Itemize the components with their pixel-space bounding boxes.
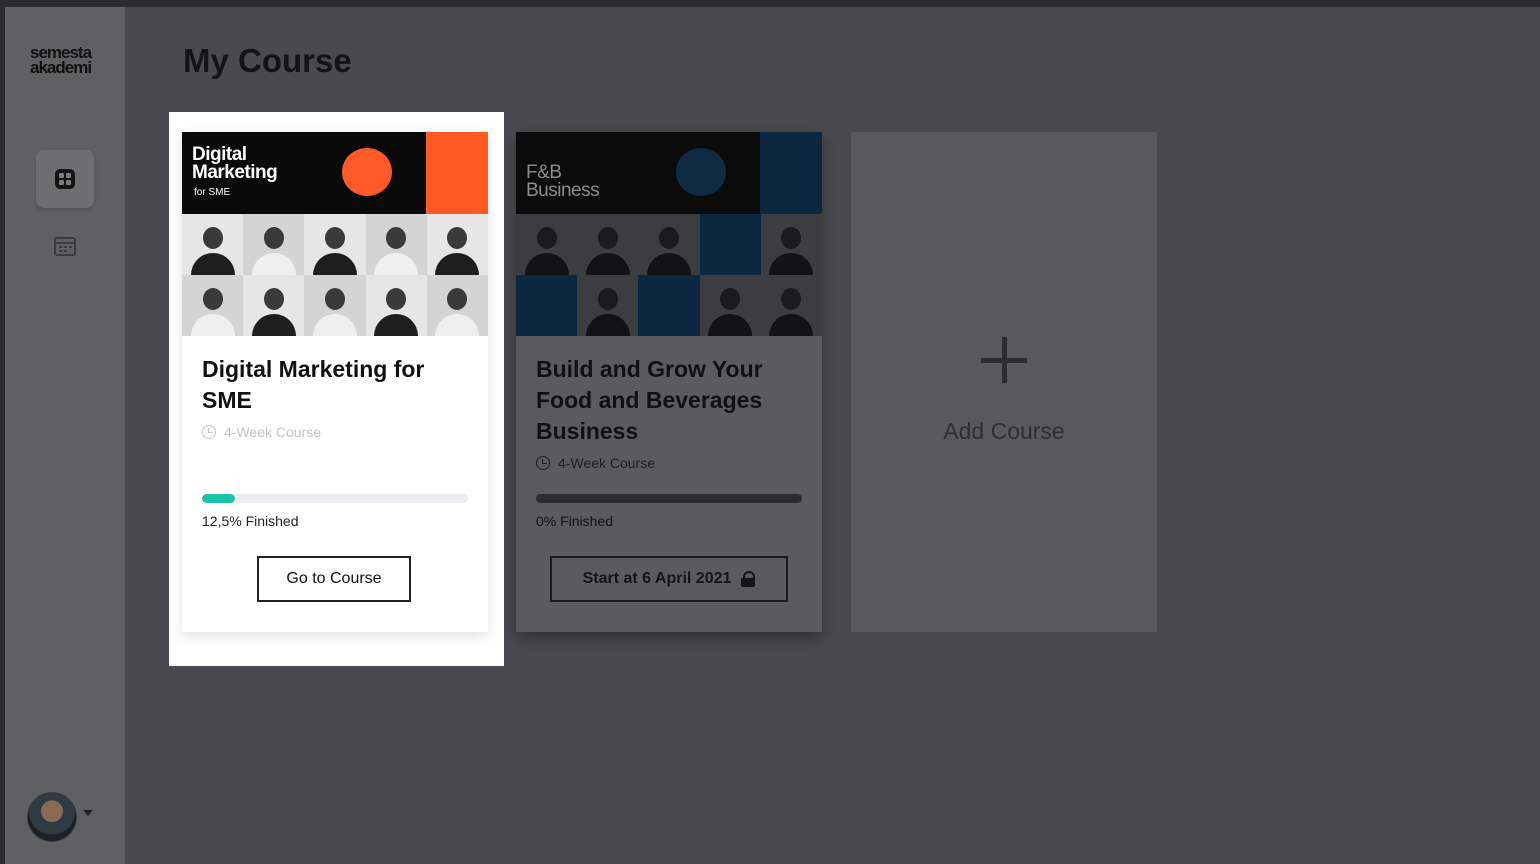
progress-label: 0% Finished xyxy=(536,513,614,529)
banner-subtitle: for SME xyxy=(194,187,231,198)
banner-accent-block xyxy=(760,132,822,214)
instructor-photo xyxy=(426,214,488,275)
course-title-line: Business xyxy=(536,418,639,444)
course-card[interactable]: Digital Marketing for SME Digital Market… xyxy=(182,132,488,632)
instructor-photo xyxy=(516,214,578,275)
logo-line-2: akademi xyxy=(30,58,92,77)
course-title: Build and Grow Your Food and Beverages B… xyxy=(536,354,806,447)
instructor-photo xyxy=(577,214,639,275)
course-card[interactable]: F&B Business Build and Grow Your Food an… xyxy=(516,132,822,632)
instructor-photo xyxy=(638,214,700,275)
course-info: Build and Grow Your Food and Beverages B… xyxy=(536,354,806,471)
banner-title: Digital Marketing xyxy=(192,145,278,183)
instructor-photo xyxy=(365,214,427,275)
progress-bar xyxy=(536,494,802,503)
course-banner: F&B Business xyxy=(516,132,822,214)
button-label: Start at 6 April 2021 xyxy=(582,570,732,587)
duration-label: 4-Week Course xyxy=(558,455,656,471)
brand-badge xyxy=(342,148,392,196)
instructor-photo xyxy=(182,214,244,275)
main-content: My Course Digital Marketing for SME Digi… xyxy=(125,7,1540,864)
calendar-icon xyxy=(54,237,76,256)
instructor-photos xyxy=(182,214,488,336)
instructor-photo xyxy=(304,275,366,336)
chevron-down-icon[interactable] xyxy=(83,810,93,816)
course-title-line: Build and Grow Your xyxy=(536,356,763,382)
banner-accent-block xyxy=(426,132,488,214)
user-menu[interactable] xyxy=(27,792,107,842)
banner-title-line-2: Business xyxy=(526,180,600,201)
avatar[interactable] xyxy=(27,792,77,842)
instructor-photo xyxy=(516,275,578,336)
clock-icon xyxy=(536,456,550,470)
app-window: semesta akademi My Course Digital Market… xyxy=(0,0,1540,864)
course-duration: 4-Week Course xyxy=(202,424,472,440)
course-duration: 4-Week Course xyxy=(536,455,806,471)
add-course-label: Add Course xyxy=(943,418,1065,444)
instructor-photo xyxy=(699,275,761,336)
course-title-line: Food and Beverages xyxy=(536,387,763,413)
logo[interactable]: semesta akademi xyxy=(30,44,102,77)
course-title-line: SME xyxy=(202,387,252,413)
course-banner: Digital Marketing for SME xyxy=(182,132,488,214)
progress-label: 12,5% Finished xyxy=(202,513,299,529)
course-title-line: Digital Marketing for xyxy=(202,356,425,382)
button-label: Go to Course xyxy=(286,570,382,587)
instructor-photo xyxy=(577,275,639,336)
sidebar: semesta akademi xyxy=(5,7,125,864)
add-course-card[interactable]: Add Course xyxy=(851,132,1157,632)
instructor-photo xyxy=(426,275,488,336)
instructor-photo xyxy=(760,275,822,336)
progress-bar xyxy=(202,494,468,503)
instructor-photo xyxy=(304,214,366,275)
start-course-button[interactable]: Start at 6 April 2021 xyxy=(550,556,788,602)
plus-icon xyxy=(981,337,1027,383)
duration-label: 4-Week Course xyxy=(224,424,322,440)
brand-badge xyxy=(676,148,726,196)
course-info: Digital Marketing for SME 4-Week Course xyxy=(202,354,472,440)
go-to-course-button[interactable]: Go to Course xyxy=(257,556,411,602)
page-title: My Course xyxy=(183,42,352,79)
progress-fill xyxy=(202,494,236,503)
instructor-photo xyxy=(638,275,700,336)
instructor-photo xyxy=(182,275,244,336)
grid-icon xyxy=(55,169,75,189)
instructor-photo xyxy=(699,214,761,275)
clock-icon xyxy=(202,425,216,439)
banner-title-line-2: Marketing xyxy=(192,162,278,183)
banner-title: F&B Business xyxy=(526,163,600,201)
lock-icon xyxy=(741,571,756,587)
course-title: Digital Marketing for SME xyxy=(202,354,472,416)
instructor-photo xyxy=(760,214,822,275)
sidebar-item-dashboard[interactable] xyxy=(36,150,94,208)
instructor-photo xyxy=(243,214,305,275)
instructor-photos xyxy=(516,214,822,336)
instructor-photo xyxy=(243,275,305,336)
sidebar-item-calendar[interactable] xyxy=(36,217,94,275)
instructor-photo xyxy=(365,275,427,336)
